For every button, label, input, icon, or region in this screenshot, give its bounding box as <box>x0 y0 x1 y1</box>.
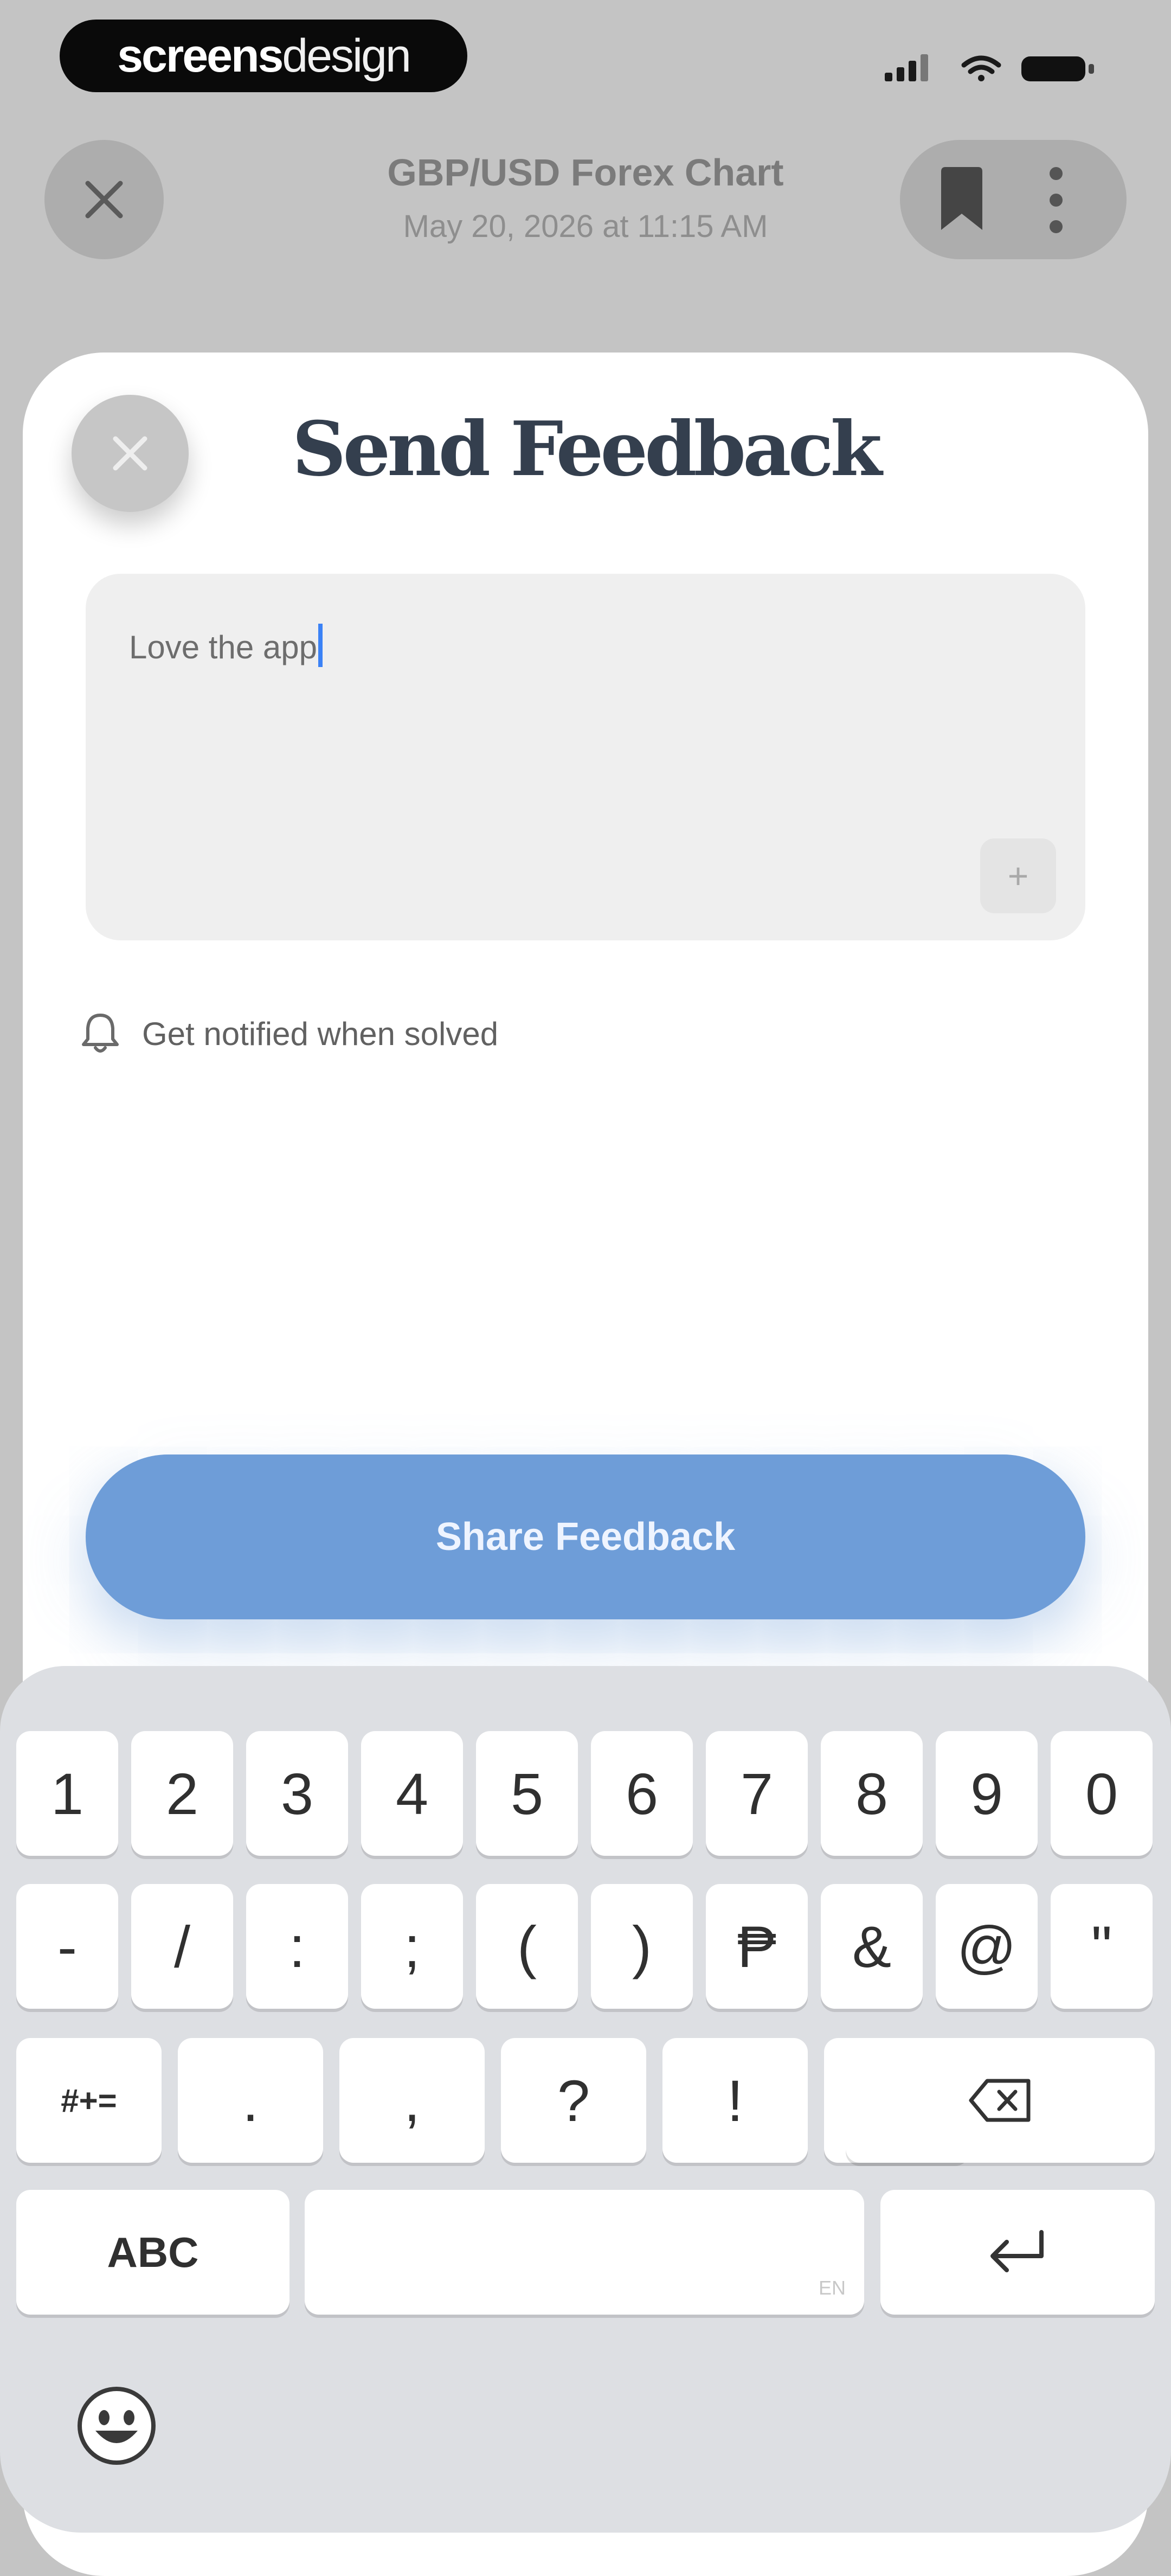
return-icon <box>990 2230 1044 2272</box>
emoji-icon[interactable] <box>76 2385 157 2466</box>
bell-icon <box>82 1014 119 1053</box>
signal-icon <box>885 54 928 81</box>
key-row2-1[interactable]: / <box>131 1884 233 2009</box>
key-row1-3[interactable]: 4 <box>361 1731 463 1856</box>
key-row2-8[interactable]: @ <box>936 1884 1038 2009</box>
key-space[interactable]: EN <box>305 2190 864 2315</box>
key-row3-1[interactable]: . <box>178 2038 323 2163</box>
key-row1-5[interactable]: 6 <box>591 1731 693 1856</box>
brand-logo: screens design <box>60 20 467 92</box>
key-row1-0[interactable]: 1 <box>16 1731 118 1856</box>
plus-icon: + <box>1007 856 1029 896</box>
key-row2-5[interactable]: ) <box>591 1884 693 2009</box>
battery-icon <box>1021 56 1094 81</box>
key-row3-0[interactable]: #+= <box>16 2038 162 2163</box>
key-row3-3[interactable]: ? <box>501 2038 646 2163</box>
sheet-title: Send Feedback <box>292 405 882 493</box>
keyboard: 1234567890 -/:;()₱&@" #+=.,?!' ABC EN <box>0 1666 1171 2533</box>
wifi-icon <box>961 55 1001 81</box>
key-row3-2[interactable]: , <box>339 2038 485 2163</box>
share-feedback-button[interactable]: Share Feedback <box>86 1454 1085 1619</box>
status-icons <box>885 54 1094 81</box>
key-row1-9[interactable]: 0 <box>1051 1731 1153 1856</box>
key-row1-7[interactable]: 8 <box>821 1731 923 1856</box>
feedback-textarea[interactable]: Love the app + <box>86 574 1085 940</box>
space-language-hint: EN <box>818 2277 846 2299</box>
key-row1-4[interactable]: 5 <box>476 1731 578 1856</box>
feedback-input-value[interactable]: Love the app <box>129 624 323 667</box>
key-row3-4[interactable]: ! <box>662 2038 808 2163</box>
key-row2-6[interactable]: ₱ <box>706 1884 808 2009</box>
key-delete[interactable] <box>846 2038 1155 2163</box>
bookmark-icon[interactable] <box>934 166 990 233</box>
attach-button[interactable]: + <box>980 838 1056 913</box>
key-row1-1[interactable]: 2 <box>131 1731 233 1856</box>
notify-label: Get notified when solved <box>142 1015 499 1052</box>
header-actions <box>900 140 1127 259</box>
key-row2-0[interactable]: - <box>16 1884 118 2009</box>
key-row2-2[interactable]: : <box>246 1884 348 2009</box>
text-caret <box>318 624 323 667</box>
more-vertical-icon[interactable] <box>1045 165 1067 235</box>
key-row2-9[interactable]: " <box>1051 1884 1153 2009</box>
notify-toggle[interactable]: Get notified when solved <box>81 1012 498 1055</box>
key-row1-2[interactable]: 3 <box>246 1731 348 1856</box>
brand-light: design <box>282 29 411 82</box>
key-row2-7[interactable]: & <box>821 1884 923 2009</box>
key-row2-3[interactable]: ; <box>361 1884 463 2009</box>
key-row1-6[interactable]: 7 <box>706 1731 808 1856</box>
key-row1-8[interactable]: 9 <box>936 1731 1038 1856</box>
brand-bold: screens <box>117 29 284 82</box>
key-abc[interactable]: ABC <box>16 2190 289 2315</box>
delete-icon <box>969 2079 1031 2122</box>
key-row2-4[interactable]: ( <box>476 1884 578 2009</box>
key-return[interactable] <box>880 2190 1155 2315</box>
